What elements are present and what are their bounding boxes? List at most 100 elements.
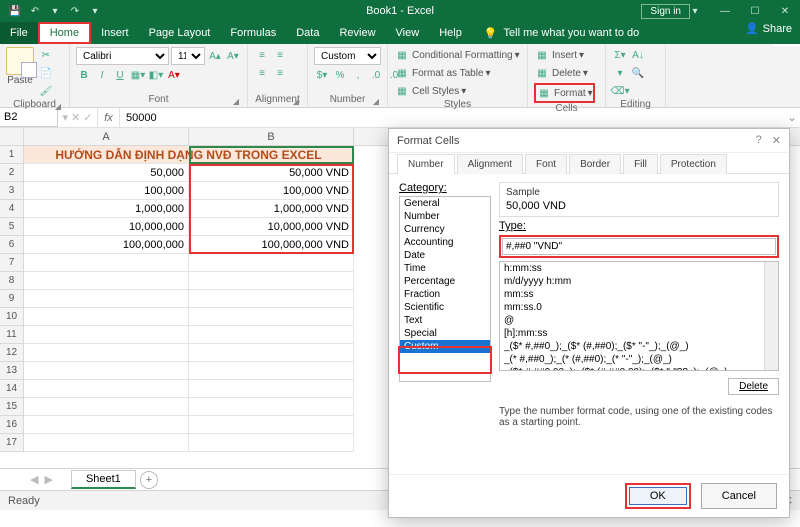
cell[interactable]: 100,000 VND xyxy=(189,182,354,200)
save-icon[interactable]: 💾 xyxy=(6,2,24,20)
ok-button[interactable]: OK xyxy=(629,487,687,505)
borders-icon[interactable]: ▦▾ xyxy=(130,67,146,83)
cell[interactable] xyxy=(189,326,354,344)
select-all-corner[interactable] xyxy=(0,128,24,145)
dialog-tab-alignment[interactable]: Alignment xyxy=(457,154,523,174)
tab-file[interactable]: File xyxy=(0,22,38,44)
cell[interactable]: 1,000,000 VND xyxy=(189,200,354,218)
dialog-tab-font[interactable]: Font xyxy=(525,154,567,174)
col-header-b[interactable]: B xyxy=(189,128,354,145)
tab-page-layout[interactable]: Page Layout xyxy=(139,22,221,44)
find-select-icon[interactable]: 🔍 xyxy=(630,65,646,81)
dialog-help-icon[interactable]: ? xyxy=(756,134,762,147)
cell[interactable]: 1,000,000 xyxy=(24,200,189,218)
maximize-icon[interactable]: ☐ xyxy=(740,0,770,22)
expand-formula-bar-icon[interactable]: ⌄ xyxy=(784,108,800,127)
row-header[interactable]: 10 xyxy=(0,308,24,326)
cell[interactable] xyxy=(24,416,189,434)
cell[interactable] xyxy=(24,308,189,326)
cell[interactable] xyxy=(24,362,189,380)
tab-insert[interactable]: Insert xyxy=(91,22,139,44)
format-cells-button[interactable]: ▦Format ▾ xyxy=(534,83,595,103)
list-item[interactable]: _($* #,##0.00_);_($* (#,##0.00);_($* "-"… xyxy=(500,366,778,371)
cell[interactable] xyxy=(24,434,189,452)
type-input[interactable] xyxy=(502,238,776,255)
cell-styles-button[interactable]: ▦Cell Styles ▾ xyxy=(394,83,466,99)
dialog-tab-border[interactable]: Border xyxy=(569,154,621,174)
row-header[interactable]: 8 xyxy=(0,272,24,290)
new-sheet-button[interactable]: + xyxy=(140,471,158,489)
list-item[interactable]: Currency xyxy=(400,223,490,236)
fill-icon[interactable]: ▾ xyxy=(612,65,628,81)
dialog-tab-number[interactable]: Number xyxy=(397,154,455,174)
paste-icon[interactable] xyxy=(6,47,34,75)
list-item[interactable]: Scientific xyxy=(400,301,490,314)
cell[interactable] xyxy=(24,380,189,398)
dialog-tab-protection[interactable]: Protection xyxy=(660,154,727,174)
cell[interactable] xyxy=(189,380,354,398)
list-item[interactable]: Percentage xyxy=(400,275,490,288)
conditional-formatting-button[interactable]: ▦Conditional Formatting ▾ xyxy=(394,47,520,63)
share-button[interactable]: 👤 Share xyxy=(745,22,792,35)
cell[interactable]: 50,000 VND xyxy=(189,164,354,182)
cell[interactable] xyxy=(24,290,189,308)
cell[interactable] xyxy=(189,344,354,362)
align-mid-icon[interactable]: ≡ xyxy=(272,47,288,63)
category-list[interactable]: General Number Currency Accounting Date … xyxy=(399,196,491,382)
list-item[interactable]: _($* #,##0_);_($* (#,##0);_($* "-"_);_(@… xyxy=(500,340,778,353)
cell[interactable] xyxy=(24,272,189,290)
sheet-tab-sheet1[interactable]: Sheet1 xyxy=(71,470,136,489)
ribbon-options-icon[interactable]: ▾ xyxy=(680,0,710,22)
scrollbar[interactable] xyxy=(764,262,778,370)
dialog-tab-fill[interactable]: Fill xyxy=(623,154,658,174)
list-item[interactable]: Text xyxy=(400,314,490,327)
clipboard-launcher-icon[interactable]: ◢ xyxy=(55,102,61,111)
tab-review[interactable]: Review xyxy=(329,22,385,44)
row-header[interactable]: 1 xyxy=(0,146,24,164)
tab-help[interactable]: Help xyxy=(429,22,472,44)
row-header[interactable]: 11 xyxy=(0,326,24,344)
cell[interactable] xyxy=(189,254,354,272)
copy-icon[interactable]: 📄 xyxy=(38,65,54,81)
list-item[interactable]: Fraction xyxy=(400,288,490,301)
align-center-icon[interactable]: ≡ xyxy=(272,65,288,81)
row-header[interactable]: 14 xyxy=(0,380,24,398)
title-cell[interactable]: HƯỚNG DẪN ĐỊNH DẠNG NVĐ TRONG EXCEL xyxy=(24,146,354,164)
percent-icon[interactable]: % xyxy=(332,67,348,83)
cell[interactable]: 100,000 xyxy=(24,182,189,200)
cell[interactable] xyxy=(189,398,354,416)
qat-dropdown-icon[interactable]: ▾ xyxy=(46,2,64,20)
cell[interactable] xyxy=(189,434,354,452)
row-header[interactable]: 4 xyxy=(0,200,24,218)
cell[interactable]: 100,000,000 VND xyxy=(189,236,354,254)
dialog-close-icon[interactable]: ✕ xyxy=(772,134,781,147)
number-launcher-icon[interactable]: ◢ xyxy=(373,97,379,106)
row-header[interactable]: 16 xyxy=(0,416,24,434)
accounting-format-icon[interactable]: $▾ xyxy=(314,67,330,83)
format-list[interactable]: h:mm:ss m/d/yyyy h:mm mm:ss mm:ss.0 @ [h… xyxy=(499,261,779,371)
clear-icon[interactable]: ⌫▾ xyxy=(612,83,628,99)
cell[interactable] xyxy=(189,290,354,308)
list-item[interactable]: Number xyxy=(400,210,490,223)
cell[interactable] xyxy=(189,416,354,434)
tab-data[interactable]: Data xyxy=(286,22,329,44)
fx-icon[interactable]: fx xyxy=(98,108,120,127)
list-item[interactable]: _(* #,##0_);_(* (#,##0);_(* "-"_);_(@_) xyxy=(500,353,778,366)
increase-decimal-icon[interactable]: .0 xyxy=(368,67,384,83)
row-header[interactable]: 5 xyxy=(0,218,24,236)
cell[interactable] xyxy=(24,398,189,416)
fill-color-icon[interactable]: ◧▾ xyxy=(148,67,164,83)
bold-button[interactable]: B xyxy=(76,67,92,83)
list-item[interactable]: Accounting xyxy=(400,236,490,249)
font-size-select[interactable]: 11 xyxy=(171,47,205,65)
italic-button[interactable]: I xyxy=(94,67,110,83)
row-header[interactable]: 12 xyxy=(0,344,24,362)
tab-scroll-left-icon[interactable]: ◀ xyxy=(30,473,38,486)
cell[interactable] xyxy=(24,326,189,344)
row-header[interactable]: 13 xyxy=(0,362,24,380)
list-item[interactable]: [h]:mm:ss xyxy=(500,327,778,340)
insert-cells-button[interactable]: ▦Insert ▾ xyxy=(534,47,584,63)
row-header[interactable]: 9 xyxy=(0,290,24,308)
row-header[interactable]: 7 xyxy=(0,254,24,272)
list-item[interactable]: h:mm:ss xyxy=(500,262,778,275)
